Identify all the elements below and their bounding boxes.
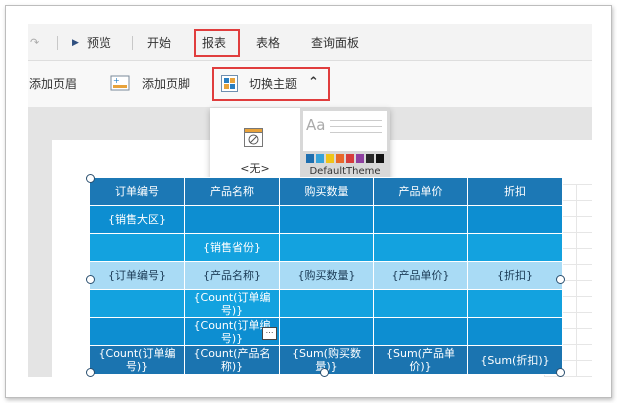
table-cell[interactable] [373,205,468,234]
table-cell[interactable] [467,289,563,318]
table-cell[interactable] [373,233,468,262]
highlight-report-tab [194,29,240,57]
table-cell[interactable]: {订单编号} [89,261,185,290]
table-cell[interactable]: {Count(产品名称)} [184,345,280,375]
designer-window: ↷ ▶ 预览 开始 报表 表格 查询面板 添加页眉 + 添加页脚 切换主题 ⌃ … [28,24,592,377]
tab-preview[interactable]: 预览 [87,34,111,52]
theme-option-none[interactable]: <无> [210,108,300,188]
cell-menu-icon[interactable]: ⋯ [262,327,277,340]
table-cell[interactable]: {产品单价} [373,261,468,290]
table-cell[interactable] [89,289,185,318]
table-cell[interactable]: {销售大区} [89,205,185,234]
table-cell[interactable] [373,317,468,346]
add-header-button[interactable]: 添加页眉 [29,76,77,92]
no-theme-icon [244,128,263,147]
preview-line [330,132,382,133]
resize-handle[interactable] [320,368,329,377]
table-cell[interactable] [467,205,563,234]
theme-swatch [366,154,374,163]
theme-option-default[interactable]: Aa DefaultTheme [300,108,390,188]
table-cell[interactable]: {销售省份} [184,233,280,262]
preview-line [330,120,382,121]
report-table[interactable]: 订单编号 产品名称 购买数量 产品单价 折扣 {销售大区} {销售省份} {订单编号} {产品名… [89,177,563,375]
resize-handle[interactable] [86,174,95,183]
column-header[interactable]: 产品名称 [184,177,280,206]
table-row: {Count(订单编号)} [89,317,563,346]
screenshot-frame: ↷ ▶ 预览 开始 报表 表格 查询面板 添加页眉 + 添加页脚 切换主题 ⌃ … [5,5,612,398]
theme-preview-text: Aa [306,116,326,134]
resize-handle[interactable] [86,275,95,284]
theme-swatch [356,154,364,163]
theme-default-label: DefaultTheme [309,166,381,177]
theme-swatch [376,154,384,163]
theme-swatch [306,154,314,163]
column-header[interactable]: 折扣 [467,177,563,206]
theme-swatch [326,154,334,163]
table-cell[interactable] [184,205,280,234]
table-cell[interactable] [89,233,185,262]
table-cell[interactable] [89,317,185,346]
resize-handle[interactable] [86,368,95,377]
ribbon-tab-bar: ↷ ▶ 预览 开始 报表 表格 查询面板 [28,24,592,61]
table-header-row: 订单编号 产品名称 购买数量 产品单价 折扣 [89,177,563,206]
column-header[interactable]: 购买数量 [279,177,374,206]
table-cell[interactable] [279,317,374,346]
tab-table[interactable]: 表格 [256,34,280,52]
resize-handle[interactable] [556,275,565,284]
table-cell[interactable] [467,317,563,346]
ribbon-separator [132,36,133,50]
table-cell[interactable] [279,233,374,262]
theme-swatch [316,154,324,163]
column-header[interactable]: 订单编号 [89,177,185,206]
theme-none-label: <无> [240,162,270,175]
preview-play-icon: ▶ [72,38,79,48]
table-cell[interactable]: {Count(订单编号)} [89,345,185,375]
table-row: {订单编号} {产品名称} {购买数量} {产品单价} {折扣} [89,261,563,290]
table-row: {Count(订单编号)} [89,289,563,318]
table-cell[interactable] [279,289,374,318]
tab-query-panel[interactable]: 查询面板 [311,34,359,52]
add-footer-button[interactable]: 添加页脚 [142,76,190,92]
table-row: {销售省份} [89,233,563,262]
tab-start[interactable]: 开始 [147,34,171,52]
table-cell[interactable] [373,289,468,318]
table-cell[interactable] [279,205,374,234]
table-cell[interactable]: {Count(订单编号)} [184,289,280,318]
ribbon-toolbar: 添加页眉 + 添加页脚 切换主题 ⌃ [28,61,592,108]
theme-dropdown: <无> Aa DefaultTheme [210,108,390,188]
table-cell[interactable]: {购买数量} [279,261,374,290]
svg-text:+: + [113,76,120,85]
redo-icon[interactable]: ↷ [30,34,39,52]
preview-line [330,126,382,127]
table-cell[interactable] [467,233,563,262]
ribbon-separator [57,36,58,50]
theme-swatch [346,154,354,163]
table-cell[interactable]: {产品名称} [184,261,280,290]
table-cell[interactable]: {Sum(产品单价)} [373,345,468,375]
table-cell[interactable]: {Sum(折扣)} [467,345,563,375]
add-footer-icon: + [110,75,130,91]
theme-swatch [336,154,344,163]
highlight-switch-theme [212,67,330,101]
resize-handle[interactable] [556,368,565,377]
column-header[interactable]: 产品单价 [373,177,468,206]
table-cell[interactable]: {折扣} [467,261,563,290]
table-row: {销售大区} [89,205,563,234]
